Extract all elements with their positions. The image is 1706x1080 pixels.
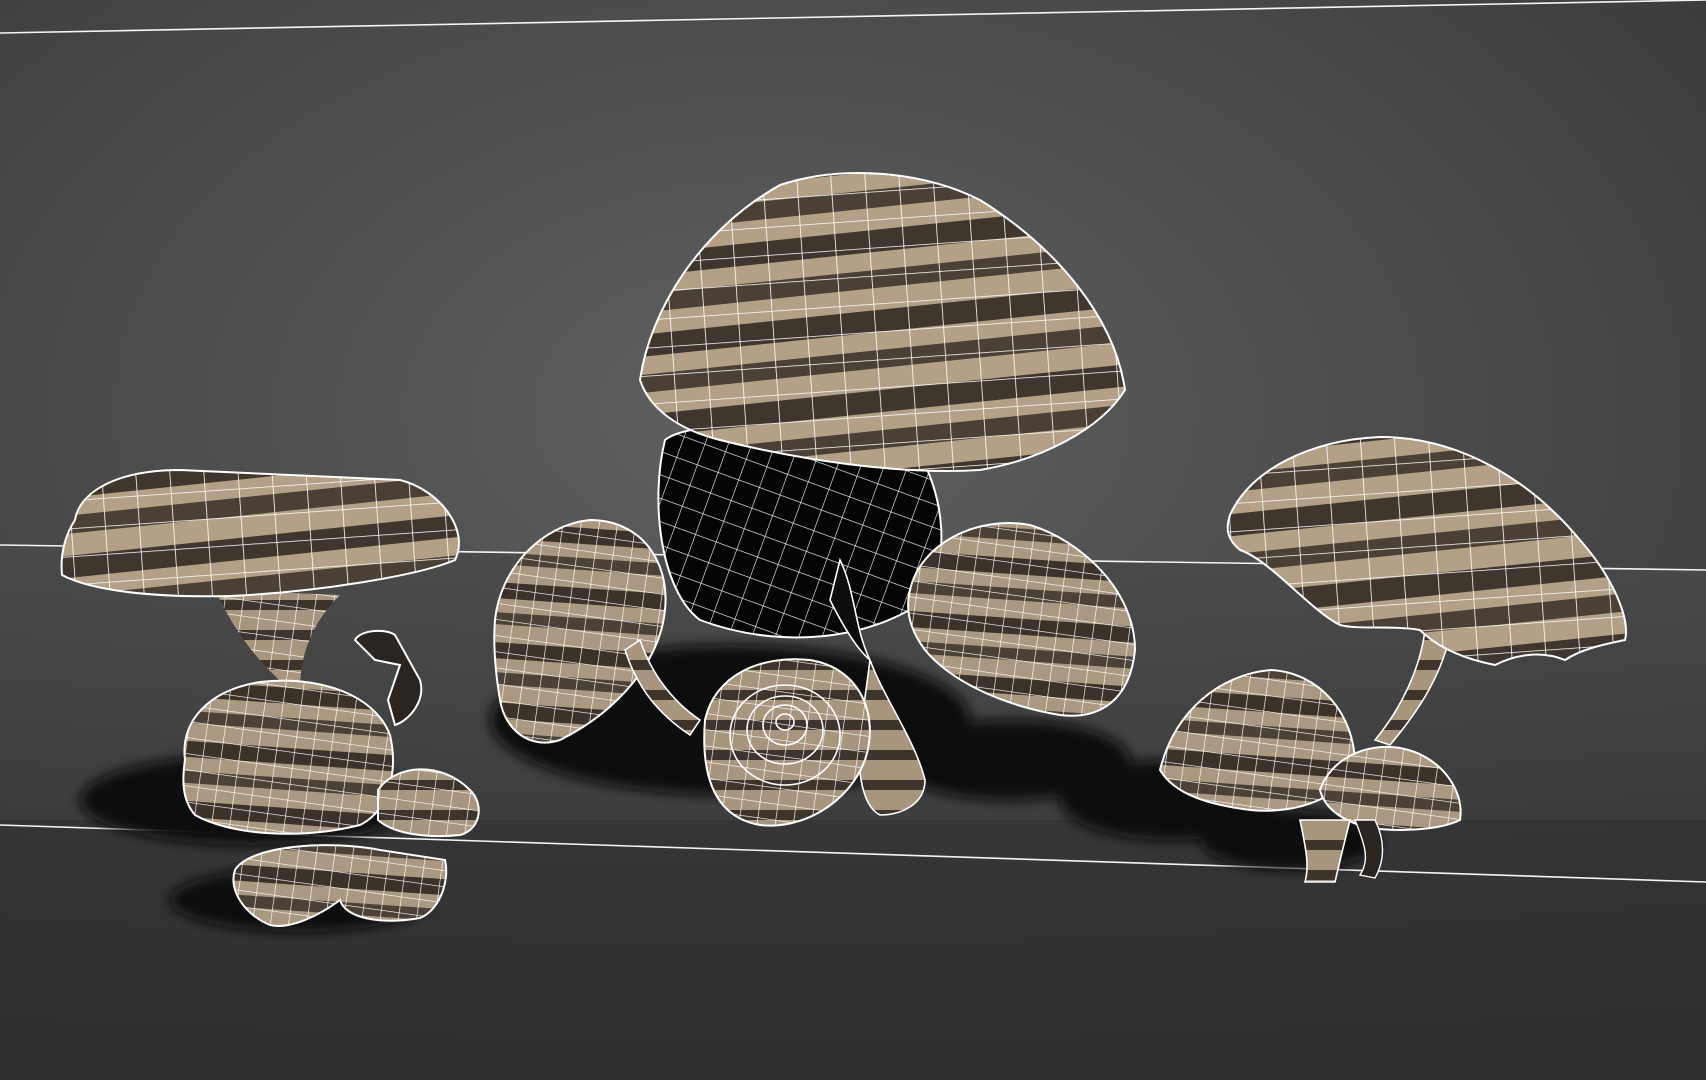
scene-render bbox=[0, 0, 1706, 1080]
3d-viewport[interactable] bbox=[0, 0, 1706, 1080]
